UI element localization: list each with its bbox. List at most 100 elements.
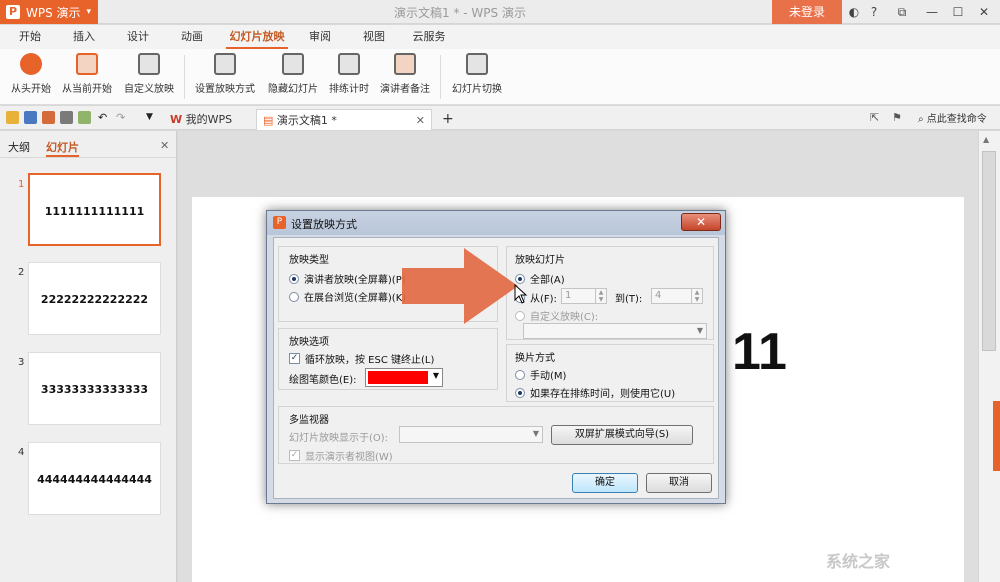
collapse-ribbon-icon[interactable]: ⇱: [870, 111, 883, 124]
pen-color-label: 绘图笔颜色(E):: [289, 375, 357, 386]
ribbon-label: 演讲者备注: [380, 84, 430, 95]
ribbon-setup-show-button[interactable]: 设置放映方式: [190, 53, 260, 95]
ribbon-speaker-notes-button[interactable]: 演讲者备注: [376, 53, 434, 95]
monitor-select[interactable]: ▼: [399, 426, 543, 443]
chevron-down-icon: ▼: [696, 326, 703, 335]
close-tab-icon[interactable]: ✕: [416, 110, 425, 131]
ribbon-from-start-button[interactable]: 从头开始: [8, 53, 54, 95]
ribbon-tabs: 开始 插入 设计 动画 幻灯片放映 审阅 视图 云服务: [0, 25, 1000, 49]
radio-use-timing[interactable]: 如果存在排练时间，则使用它(U): [515, 385, 675, 400]
wps-logo-icon: P: [6, 5, 20, 19]
slide-number: 1: [18, 179, 25, 190]
close-window-icon[interactable]: ✕: [976, 4, 992, 20]
show-slides-group: 放映幻灯片 全部(A) 从(F): 1 ▲ ▼ 到(T): 4 ▲ ▼ 自定义放映(…: [506, 246, 714, 340]
watermark: 系统之家: [826, 552, 891, 571]
divider: [184, 55, 185, 99]
radio-label: 手动(M): [530, 371, 567, 382]
ribbon-custom-show-button[interactable]: 自定义放映: [120, 53, 178, 95]
tab-cloud[interactable]: 云服务: [408, 25, 450, 49]
group-title: 放映类型: [289, 255, 329, 266]
side-panel-toggle[interactable]: [993, 401, 1000, 471]
save-icon[interactable]: [24, 111, 37, 124]
ribbon-hide-slide-button[interactable]: 隐藏幻灯片: [264, 53, 322, 95]
spinner-arrows-icon[interactable]: ▲ ▼: [691, 289, 702, 303]
to-label: 到(T):: [615, 294, 643, 305]
redo-icon[interactable]: ↷: [116, 111, 129, 124]
export-icon[interactable]: [42, 111, 55, 124]
app-menu-button[interactable]: P WPS 演示 ▾: [0, 0, 98, 24]
tab-start[interactable]: 开始: [14, 25, 46, 49]
tab-my-wps[interactable]: W 我的WPS: [164, 109, 256, 130]
dialog-title-bar[interactable]: P 设置放映方式 ✕: [267, 211, 725, 235]
setup-show-icon: [214, 53, 236, 75]
add-tab-button[interactable]: +: [436, 109, 454, 130]
tab-animation[interactable]: 动画: [176, 25, 208, 49]
chevron-down-icon[interactable]: ▼: [146, 111, 159, 124]
tab-outline[interactable]: 大纲: [8, 139, 30, 155]
radio-custom-show[interactable]: 自定义放映(C):: [515, 308, 598, 323]
cancel-button[interactable]: 取消: [646, 473, 712, 493]
from-slide-stepper[interactable]: 1 ▲ ▼: [561, 288, 607, 304]
minimize-icon[interactable]: —: [924, 4, 940, 20]
slide-text[interactable]: 11: [732, 322, 787, 382]
presenter-view-checkbox[interactable]: ✓ 显示演示者视图(W): [289, 448, 393, 463]
tab-document[interactable]: ▤ 演示文稿1 * ✕: [256, 109, 432, 130]
slide-thumbnail-1[interactable]: 1111111111111: [28, 173, 161, 246]
ribbon-rehearse-button[interactable]: 排练计时: [326, 53, 372, 95]
radio-presenter[interactable]: 演讲者放映(全屏幕)(P): [289, 271, 406, 286]
radio-kiosk[interactable]: 在展台浏览(全屏幕)(K): [289, 289, 406, 304]
open-icon[interactable]: [6, 111, 19, 124]
slide-thumbnail-3[interactable]: 33333333333333: [28, 352, 161, 425]
dual-screen-wizard-button[interactable]: 双屏扩展模式向导(S): [551, 425, 693, 445]
ribbon-transition-button[interactable]: 幻灯片切换: [446, 53, 508, 95]
chevron-down-icon: ▼: [532, 429, 539, 438]
group-title: 换片方式: [515, 353, 555, 364]
skin-icon[interactable]: ◐: [846, 4, 862, 20]
close-panel-icon[interactable]: ✕: [160, 139, 169, 152]
rehearse-timing-icon: [338, 53, 360, 75]
slides-panel: 大纲 幻灯片 ✕ 1 1111111111111 2 2222222222222…: [0, 131, 177, 582]
pen-color-select[interactable]: ▼: [365, 368, 443, 387]
tab-slides[interactable]: 幻灯片: [46, 139, 79, 157]
group-title: 放映幻灯片: [515, 255, 565, 266]
radio-selected-icon: [289, 273, 299, 284]
tab-insert[interactable]: 插入: [68, 25, 100, 49]
loop-checkbox[interactable]: ✓ 循环放映，按 ESC 键终止(L): [289, 351, 434, 366]
to-slide-stepper[interactable]: 4 ▲ ▼: [651, 288, 703, 304]
checkbox-checked-icon: ✓: [289, 353, 300, 364]
radio-icon: [515, 369, 525, 380]
annotation-arrow-icon: [402, 248, 518, 324]
display-on-label: 幻灯片放映显示于(O):: [289, 433, 389, 444]
tab-design[interactable]: 设计: [122, 25, 154, 49]
undo-icon[interactable]: ↶: [98, 111, 111, 124]
restore-window-icon[interactable]: ⧉: [894, 4, 910, 20]
tab-review[interactable]: 审阅: [304, 25, 336, 49]
tab-slideshow[interactable]: 幻灯片放映: [226, 25, 288, 49]
maximize-icon[interactable]: ☐: [950, 4, 966, 20]
ribbon-label: 从当前开始: [62, 84, 112, 95]
settings-icon[interactable]: ⚑: [892, 111, 905, 124]
play-icon: [20, 53, 42, 75]
ok-button[interactable]: 确定: [572, 473, 638, 493]
slide-thumbnail-2[interactable]: 22222222222222: [28, 262, 161, 335]
ribbon-from-current-button[interactable]: 从当前开始: [58, 53, 116, 95]
scroll-up-icon[interactable]: ▲: [983, 135, 989, 144]
command-search[interactable]: ⌕ 点此查找命令: [912, 109, 1000, 130]
login-button[interactable]: 未登录: [772, 0, 842, 24]
transition-icon: [466, 53, 488, 75]
ribbon-label: 幻灯片切换: [452, 84, 502, 95]
to-value: 4: [655, 290, 662, 301]
help-icon[interactable]: ?: [868, 4, 880, 20]
tab-view[interactable]: 视图: [358, 25, 390, 49]
scrollbar-thumb[interactable]: [982, 151, 996, 351]
preview-icon[interactable]: [78, 111, 91, 124]
spinner-arrows-icon[interactable]: ▲ ▼: [595, 289, 606, 303]
play-current-icon: [76, 53, 98, 75]
custom-show-select[interactable]: ▼: [523, 323, 707, 339]
vertical-scrollbar[interactable]: ▲: [978, 131, 1000, 582]
print-icon[interactable]: [60, 111, 73, 124]
radio-manual[interactable]: 手动(M): [515, 367, 566, 382]
slide-thumbnail-4[interactable]: 444444444444444: [28, 442, 161, 515]
radio-label: 在展台浏览(全屏幕)(K): [304, 293, 407, 304]
dialog-close-button[interactable]: ✕: [681, 213, 721, 231]
